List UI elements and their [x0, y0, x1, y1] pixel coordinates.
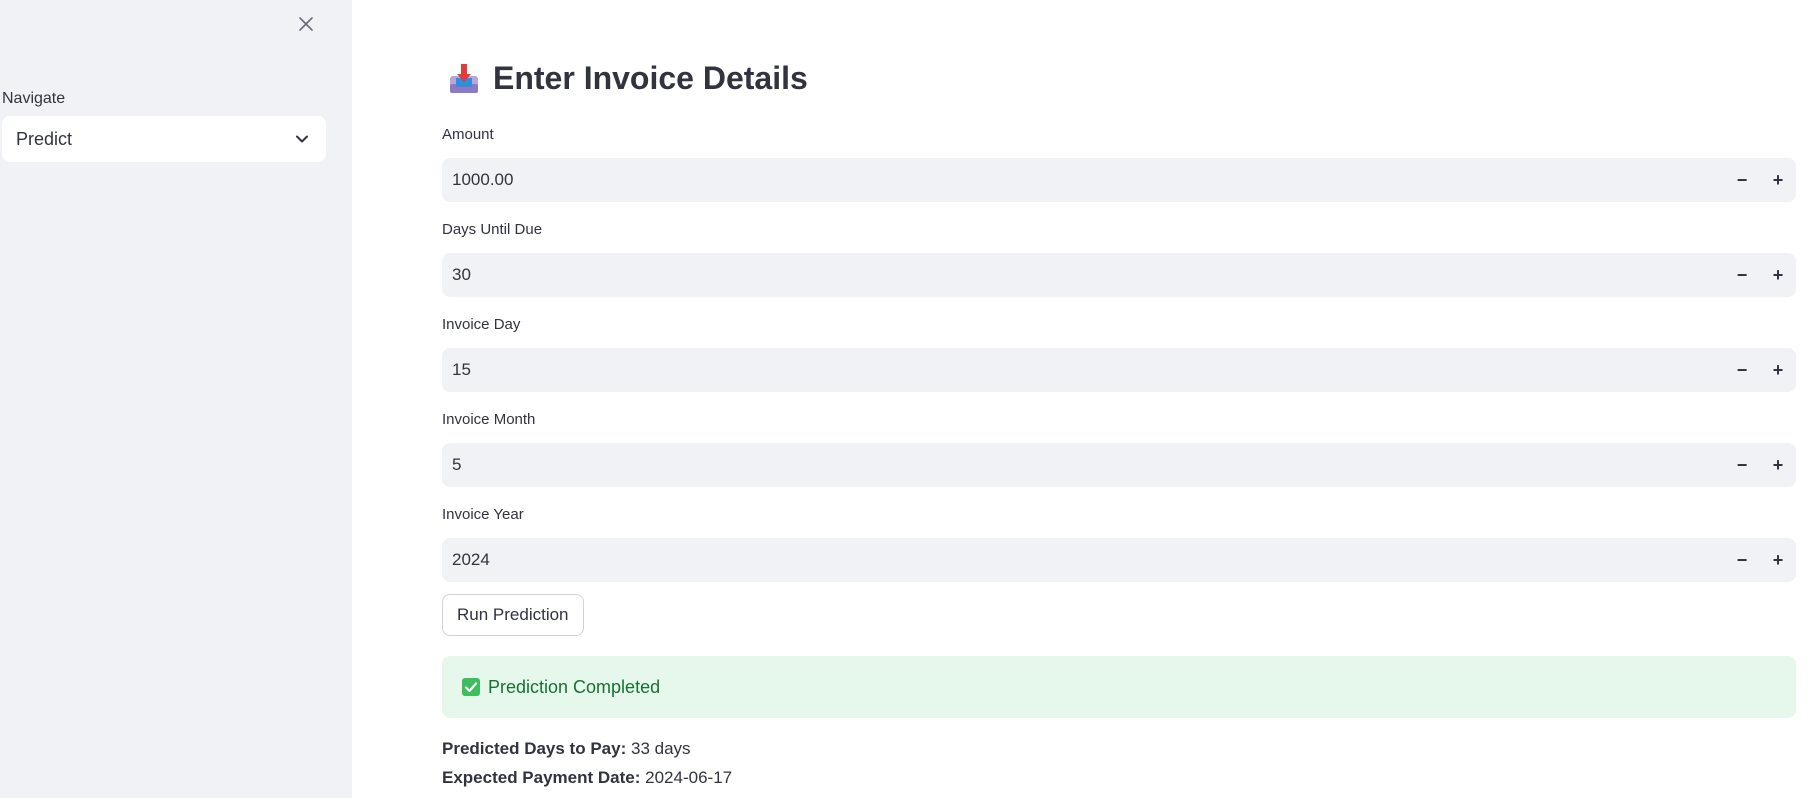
- main-content: Enter Invoice Details Amount 1000.00 − +…: [352, 0, 1820, 798]
- predicted-days-label: Predicted Days to Pay:: [442, 739, 627, 758]
- days-until-due-input[interactable]: 30 − +: [442, 253, 1796, 297]
- page-title-text: Enter Invoice Details: [493, 60, 808, 96]
- navigate-label: Navigate: [2, 90, 66, 107]
- sidebar: Navigate Predict: [0, 0, 352, 798]
- check-mark-button-icon: [462, 678, 480, 696]
- navigate-selected-value: Predict: [16, 128, 73, 149]
- invoice-month-value[interactable]: 5: [442, 455, 1724, 475]
- invoice-day-increment-button[interactable]: +: [1760, 348, 1796, 392]
- days-until-due-value[interactable]: 30: [442, 265, 1724, 285]
- run-prediction-button[interactable]: Run Prediction: [442, 594, 584, 636]
- invoice-month-increment-button[interactable]: +: [1760, 443, 1796, 487]
- invoice-month-input[interactable]: 5 − +: [442, 443, 1796, 487]
- invoice-day-value[interactable]: 15: [442, 360, 1724, 380]
- invoice-month-decrement-button[interactable]: −: [1724, 443, 1760, 487]
- close-sidebar-button[interactable]: [292, 10, 320, 38]
- days-until-due-increment-button[interactable]: +: [1760, 253, 1796, 297]
- expected-date-label: Expected Payment Date:: [442, 768, 641, 787]
- days-until-due-decrement-button[interactable]: −: [1724, 253, 1760, 297]
- success-alert: Prediction Completed: [442, 656, 1796, 718]
- days-until-due-label: Days Until Due: [442, 221, 543, 238]
- expected-date-value: 2024-06-17: [645, 768, 733, 787]
- invoice-day-field: Invoice Day 15 − +: [442, 314, 1796, 392]
- inbox-tray-icon: [450, 63, 478, 93]
- close-icon: [299, 17, 313, 31]
- amount-field: Amount 1000.00 − +: [442, 124, 1796, 202]
- invoice-year-input[interactable]: 2024 − +: [442, 538, 1796, 582]
- amount-increment-button[interactable]: +: [1760, 158, 1796, 202]
- invoice-month-field: Invoice Month 5 − +: [442, 409, 1796, 487]
- invoice-year-label: Invoice Year: [442, 506, 524, 523]
- success-message: Prediction Completed: [488, 676, 661, 697]
- invoice-day-input[interactable]: 15 − +: [442, 348, 1796, 392]
- invoice-year-decrement-button[interactable]: −: [1724, 538, 1760, 582]
- amount-decrement-button[interactable]: −: [1724, 158, 1760, 202]
- amount-label: Amount: [442, 126, 494, 143]
- chevron-down-icon: [292, 129, 312, 149]
- expected-date-line: Expected Payment Date: 2024-06-17: [442, 768, 732, 788]
- amount-value[interactable]: 1000.00: [442, 170, 1724, 190]
- page-title: Enter Invoice Details: [447, 60, 808, 97]
- invoice-year-value[interactable]: 2024: [442, 550, 1724, 570]
- amount-input[interactable]: 1000.00 − +: [442, 158, 1796, 202]
- invoice-day-decrement-button[interactable]: −: [1724, 348, 1760, 392]
- predicted-days-line: Predicted Days to Pay: 33 days: [442, 739, 691, 759]
- days-until-due-field: Days Until Due 30 − +: [442, 219, 1796, 297]
- invoice-year-increment-button[interactable]: +: [1760, 538, 1796, 582]
- predicted-days-value: 33 days: [630, 739, 691, 758]
- navigate-select[interactable]: Predict: [2, 116, 326, 162]
- app-root: Navigate Predict Enter Invoice Details A…: [0, 0, 1820, 798]
- invoice-month-label: Invoice Month: [442, 411, 536, 428]
- invoice-year-field: Invoice Year 2024 − +: [442, 504, 1796, 582]
- invoice-day-label: Invoice Day: [442, 316, 521, 333]
